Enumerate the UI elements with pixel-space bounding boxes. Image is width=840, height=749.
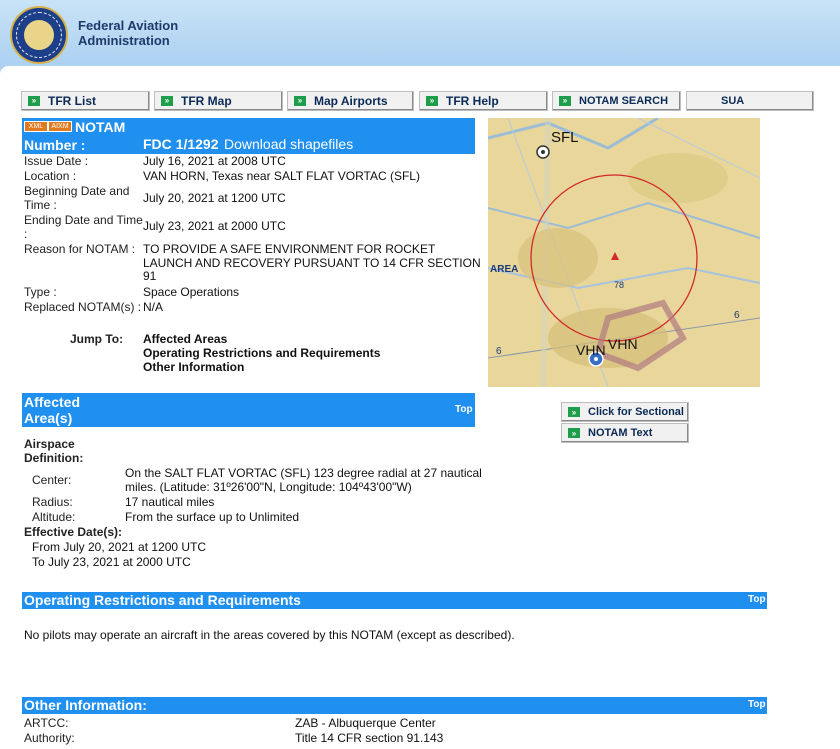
begin-label: Beginning Date and xyxy=(24,184,130,198)
arrow-right-icon: » xyxy=(426,96,438,106)
aixm-badge[interactable]: AIXM xyxy=(48,121,72,132)
top-link[interactable]: Top xyxy=(748,699,766,710)
map-label-vhn-2: VHN xyxy=(608,336,638,352)
nav-tfr-help-button[interactable]: » TFR Help xyxy=(419,91,548,111)
affected-areas-title: Affected Area(s) xyxy=(24,394,80,426)
xml-badge[interactable]: XML xyxy=(24,121,48,132)
notam-text-button[interactable]: » NOTAM Text xyxy=(561,423,689,443)
end-label: Ending Date and Time xyxy=(24,213,143,227)
issue-date-label: Issue Date : xyxy=(24,154,89,168)
reason-line-2: LAUNCH AND RECOVERY PURSUANT TO 14 CFR S… xyxy=(143,256,481,270)
tfr-sectional-map[interactable]: SFL VHN VHN AREA 78 6 6 xyxy=(488,118,760,387)
nav-label: TFR List xyxy=(48,94,96,108)
other-info-title: Other Information: xyxy=(24,697,147,713)
jump-to-label: Jump To: xyxy=(70,332,124,346)
nav-label: Map Airports xyxy=(314,94,388,108)
altitude-value: From the surface up to Unlimited xyxy=(125,510,300,524)
notam-title: NOTAM xyxy=(75,119,126,135)
notam-header-bar: XML AIXM NOTAM Number : FDC 1/1292 Downl… xyxy=(22,118,475,154)
authority-value: Title 14 CFR section 91.143 xyxy=(295,731,444,745)
location-label: Location : xyxy=(24,169,77,183)
map-label-vhn-1: VHN xyxy=(576,342,606,358)
nav-label: SUA xyxy=(721,95,745,107)
authority-label: Authority: xyxy=(24,731,75,745)
affected-title-line-1: Affected xyxy=(24,394,81,410)
site-header: Federal Aviation Administration xyxy=(0,0,840,74)
nav-tfr-list-button[interactable]: » TFR List xyxy=(21,91,150,111)
restrictions-title: Operating Restrictions and Requirements xyxy=(24,592,301,608)
reason-line-1: TO PROVIDE A SAFE ENVIRONMENT FOR ROCKET xyxy=(143,242,436,256)
replaced-value: N/A xyxy=(143,300,164,314)
airspace-definition-label-2: Definition: xyxy=(24,451,84,465)
restrictions-text: No pilots may operate an aircraft in the… xyxy=(24,628,515,642)
seal-emblem xyxy=(24,20,54,50)
notam-number: FDC 1/1292 xyxy=(143,136,219,152)
jump-affected-areas-link[interactable]: Affected Areas xyxy=(143,332,227,346)
effective-from: From July 20, 2021 at 1200 UTC xyxy=(32,540,207,554)
issue-date-value: July 16, 2021 at 2008 UTC xyxy=(143,154,286,168)
arrow-right-icon: » xyxy=(294,96,306,106)
map-label-6a: 6 xyxy=(734,310,740,321)
center-line-1: On the SALT FLAT VORTAC (SFL) 123 degree… xyxy=(125,466,482,480)
map-label-area: AREA xyxy=(490,264,519,275)
agency-line-1: Federal Aviation xyxy=(78,18,179,33)
arrow-right-icon: » xyxy=(568,428,580,438)
header-divider xyxy=(0,66,840,74)
effective-dates-label: Effective Date(s): xyxy=(24,525,123,539)
arrow-right-icon: » xyxy=(559,96,571,106)
agency-name[interactable]: Federal Aviation Administration xyxy=(78,18,178,48)
faa-seal-logo[interactable] xyxy=(10,6,68,64)
affected-areas-header: Affected Area(s) Top xyxy=(22,393,475,427)
center-label: Center: xyxy=(32,473,72,487)
affected-title-line-2: Area(s) xyxy=(24,410,73,426)
jump-operating-restrictions-link[interactable]: Operating Restrictions and Requirements xyxy=(143,346,380,360)
map-label-78: 78 xyxy=(614,280,625,290)
end-value: July 23, 2021 at 2000 UTC xyxy=(143,219,286,233)
airspace-definition-label: Airspace xyxy=(24,437,75,451)
top-link[interactable]: Top xyxy=(455,404,473,415)
reason-line-3: 91 xyxy=(143,269,157,283)
nav-label: TFR Map xyxy=(181,94,232,108)
button-label: Click for Sectional xyxy=(588,406,684,418)
arrow-right-icon: » xyxy=(568,407,580,417)
nav-tfr-map-button[interactable]: » TFR Map xyxy=(154,91,283,111)
nav-map-airports-button[interactable]: » Map Airports xyxy=(287,91,414,111)
other-info-header: Other Information: Top xyxy=(22,697,767,714)
arrow-right-icon: » xyxy=(28,96,40,106)
type-label: Type : xyxy=(24,285,57,299)
jump-other-information-link[interactable]: Other Information xyxy=(143,360,244,374)
top-link[interactable]: Top xyxy=(748,594,766,605)
effective-to: To July 23, 2021 at 2000 UTC xyxy=(32,555,191,569)
location-value: VAN HORN, Texas near SALT FLAT VORTAC (S… xyxy=(143,169,420,183)
button-label: NOTAM Text xyxy=(588,427,653,439)
replaced-label: Replaced NOTAM(s) : xyxy=(24,300,142,314)
map-label-sfl: SFL xyxy=(551,129,579,146)
agency-line-2: Administration xyxy=(78,33,170,48)
number-label: Number : xyxy=(24,137,86,153)
end-label-2: : xyxy=(24,227,28,241)
artcc-value: ZAB - Albuquerque Center xyxy=(295,716,436,730)
radius-label: Radius: xyxy=(32,495,73,509)
type-value: Space Operations xyxy=(143,285,240,299)
begin-value: July 20, 2021 at 1200 UTC xyxy=(143,191,286,205)
center-line-2: miles. (Latitude: 31º26'00"N, Longitude:… xyxy=(125,480,412,494)
artcc-label: ARTCC: xyxy=(24,716,69,730)
nav-label: TFR Help xyxy=(446,94,499,108)
radius-value: 17 nautical miles xyxy=(125,495,215,509)
arrow-right-icon: » xyxy=(161,96,173,106)
map-label-6b: 6 xyxy=(496,346,502,357)
reason-label: Reason for NOTAM : xyxy=(24,242,136,256)
begin-label-2: Time : xyxy=(24,198,57,212)
nav-sua-button[interactable]: » SUA xyxy=(686,91,814,111)
altitude-label: Altitude: xyxy=(32,510,76,524)
click-for-sectional-button[interactable]: » Click for Sectional xyxy=(561,402,689,422)
nav-notam-search-button[interactable]: » NOTAM SEARCH xyxy=(552,91,681,111)
nav-label: NOTAM SEARCH xyxy=(579,95,669,107)
restrictions-header: Operating Restrictions and Requirements … xyxy=(22,592,767,609)
download-shapefiles-link[interactable]: Download shapefiles xyxy=(224,136,353,152)
